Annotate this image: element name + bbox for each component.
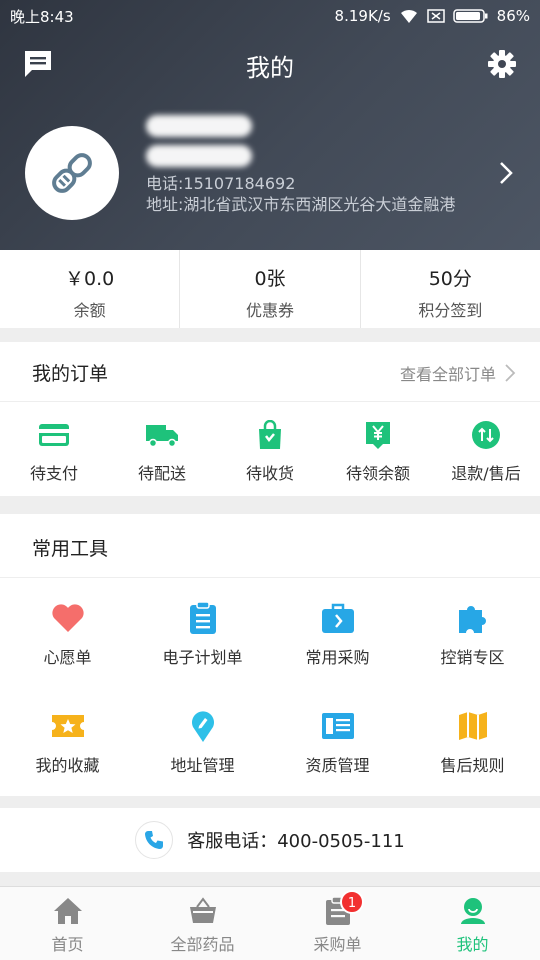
heart-icon bbox=[51, 604, 84, 632]
tool-e-plan[interactable]: 电子计划单 bbox=[135, 578, 270, 686]
phone-icon bbox=[145, 831, 164, 849]
tab-label: 首页 bbox=[51, 935, 84, 954]
order-refund-aftersale[interactable]: 退款/售后 bbox=[432, 402, 540, 496]
tool-frequent-purchase[interactable]: 常用采购 bbox=[270, 578, 405, 686]
profile-header: 晚上8:43 8.19K/s 86% 我的 电话:15107184692 地址:… bbox=[0, 0, 540, 250]
map-icon bbox=[458, 712, 487, 740]
home-icon bbox=[53, 898, 82, 924]
redacted-account bbox=[146, 145, 252, 167]
tool-qualification-management[interactable]: 资质管理 bbox=[270, 686, 405, 794]
view-all-orders-label: 查看全部订单 bbox=[399, 365, 496, 384]
order-pending-payment[interactable]: 待支付 bbox=[0, 402, 108, 496]
tool-label: 心愿单 bbox=[43, 648, 92, 667]
stat-label: 积分签到 bbox=[418, 301, 483, 320]
tool-aftersale-rules[interactable]: 售后规则 bbox=[405, 686, 540, 794]
tool-label: 电子计划单 bbox=[162, 648, 243, 667]
stat-label: 优惠券 bbox=[245, 301, 294, 320]
chevron-right-icon bbox=[505, 364, 516, 382]
tab-purchase-list[interactable]: 采购单 bbox=[270, 887, 405, 960]
status-bar: 晚上8:43 8.19K/s 86% bbox=[0, 0, 540, 32]
tab-label: 采购单 bbox=[313, 935, 362, 954]
customer-service-bar[interactable]: 客服电话：400-0505-111 bbox=[0, 808, 540, 872]
tab-label: 我的 bbox=[456, 935, 489, 954]
card-icon bbox=[39, 424, 69, 446]
phone-icon-badge bbox=[135, 821, 174, 859]
tools-section: 常用工具 心愿单 电子计划单 常用采购 控销专区 我的收藏 地址管理 资质管理 … bbox=[0, 514, 540, 796]
order-pending-receipt[interactable]: 待收货 bbox=[216, 402, 324, 496]
user-icon bbox=[460, 898, 485, 924]
orders-title: 我的订单 bbox=[32, 363, 109, 385]
order-item-label: 退款/售后 bbox=[451, 464, 521, 483]
orders-header: 我的订单 查看全部订单 bbox=[0, 342, 540, 402]
puzzle-icon bbox=[458, 606, 486, 633]
briefcase-icon bbox=[321, 603, 354, 633]
avatar[interactable] bbox=[25, 126, 119, 220]
tool-label: 我的收藏 bbox=[35, 756, 100, 775]
top-bar: 我的 bbox=[0, 40, 540, 88]
tool-wishlist[interactable]: 心愿单 bbox=[0, 578, 135, 686]
yen-icon bbox=[366, 422, 390, 449]
chevron-right-icon bbox=[500, 162, 513, 184]
pill-logo-icon bbox=[52, 153, 92, 193]
tool-label: 资质管理 bbox=[305, 756, 370, 775]
stat-coupons[interactable]: 0张 优惠券 bbox=[180, 250, 361, 328]
purchase-list-badge: 1 bbox=[340, 890, 364, 914]
basket-icon bbox=[189, 897, 216, 923]
order-pending-balance[interactable]: 待领余额 bbox=[324, 402, 432, 496]
tool-label: 常用采购 bbox=[305, 648, 370, 667]
stat-balance[interactable]: ￥0.0 余额 bbox=[0, 250, 181, 328]
battery-level: 86% bbox=[496, 7, 530, 25]
profile-detail-button[interactable] bbox=[496, 160, 516, 186]
order-item-label: 待配送 bbox=[137, 464, 186, 483]
profile-address: 地址:湖北省武汉市东西湖区光谷大道金融港 bbox=[146, 195, 456, 214]
customer-service-phone: 客服电话：400-0505-111 bbox=[187, 831, 405, 852]
location-icon bbox=[191, 711, 214, 742]
tool-label: 售后规则 bbox=[440, 756, 505, 775]
stat-value: 50分 bbox=[428, 268, 472, 290]
tool-address-management[interactable]: 地址管理 bbox=[135, 686, 270, 794]
view-all-orders-link[interactable]: 查看全部订单 bbox=[400, 361, 516, 385]
tools-title: 常用工具 bbox=[32, 538, 109, 560]
stat-value: ￥0.0 bbox=[65, 268, 115, 290]
battery-icon bbox=[452, 9, 488, 23]
stat-points-checkin[interactable]: 50分 积分签到 bbox=[361, 250, 540, 328]
network-speed: 8.19K/s bbox=[334, 7, 391, 25]
stat-value: 0张 bbox=[254, 268, 286, 290]
my-orders-section: 我的订单 查看全部订单 待支付 待配送 待收货 待领余额 退款/售后 bbox=[0, 342, 540, 496]
order-item-label: 待支付 bbox=[29, 464, 78, 483]
bag-icon bbox=[259, 420, 281, 449]
order-item-label: 待收货 bbox=[245, 464, 294, 483]
clipboard-icon bbox=[189, 601, 216, 634]
star-ticket-icon bbox=[51, 715, 84, 737]
order-pending-delivery[interactable]: 待配送 bbox=[108, 402, 216, 496]
gear-icon bbox=[488, 50, 516, 78]
settings-button[interactable] bbox=[486, 48, 518, 80]
tab-label: 全部药品 bbox=[170, 935, 235, 954]
tab-mine[interactable]: 我的 bbox=[405, 887, 540, 960]
status-time: 晚上8:43 bbox=[10, 7, 74, 26]
truck-icon bbox=[146, 425, 178, 448]
tool-label: 控销专区 bbox=[440, 648, 505, 667]
bottom-tab-bar: 首页 全部药品 采购单 我的 bbox=[0, 886, 540, 960]
tool-favorites[interactable]: 我的收藏 bbox=[0, 686, 135, 794]
redacted-name bbox=[146, 115, 252, 137]
wifi-icon bbox=[400, 9, 417, 23]
tab-home[interactable]: 首页 bbox=[0, 887, 135, 960]
tool-label: 地址管理 bbox=[170, 756, 235, 775]
account-stats: ￥0.0 余额 0张 优惠券 50分 积分签到 bbox=[0, 250, 540, 328]
tools-header: 常用工具 bbox=[0, 514, 540, 578]
profile-phone: 电话:15107184692 bbox=[146, 174, 296, 193]
refund-icon bbox=[472, 421, 500, 449]
stat-label: 余额 bbox=[73, 301, 106, 320]
tool-controlled-sales[interactable]: 控销专区 bbox=[405, 578, 540, 686]
page-title: 我的 bbox=[246, 54, 294, 82]
tab-all-medicines[interactable]: 全部药品 bbox=[135, 887, 270, 960]
sim-icon bbox=[426, 9, 445, 23]
certificate-icon bbox=[321, 713, 354, 739]
order-item-label: 待领余额 bbox=[345, 464, 410, 483]
